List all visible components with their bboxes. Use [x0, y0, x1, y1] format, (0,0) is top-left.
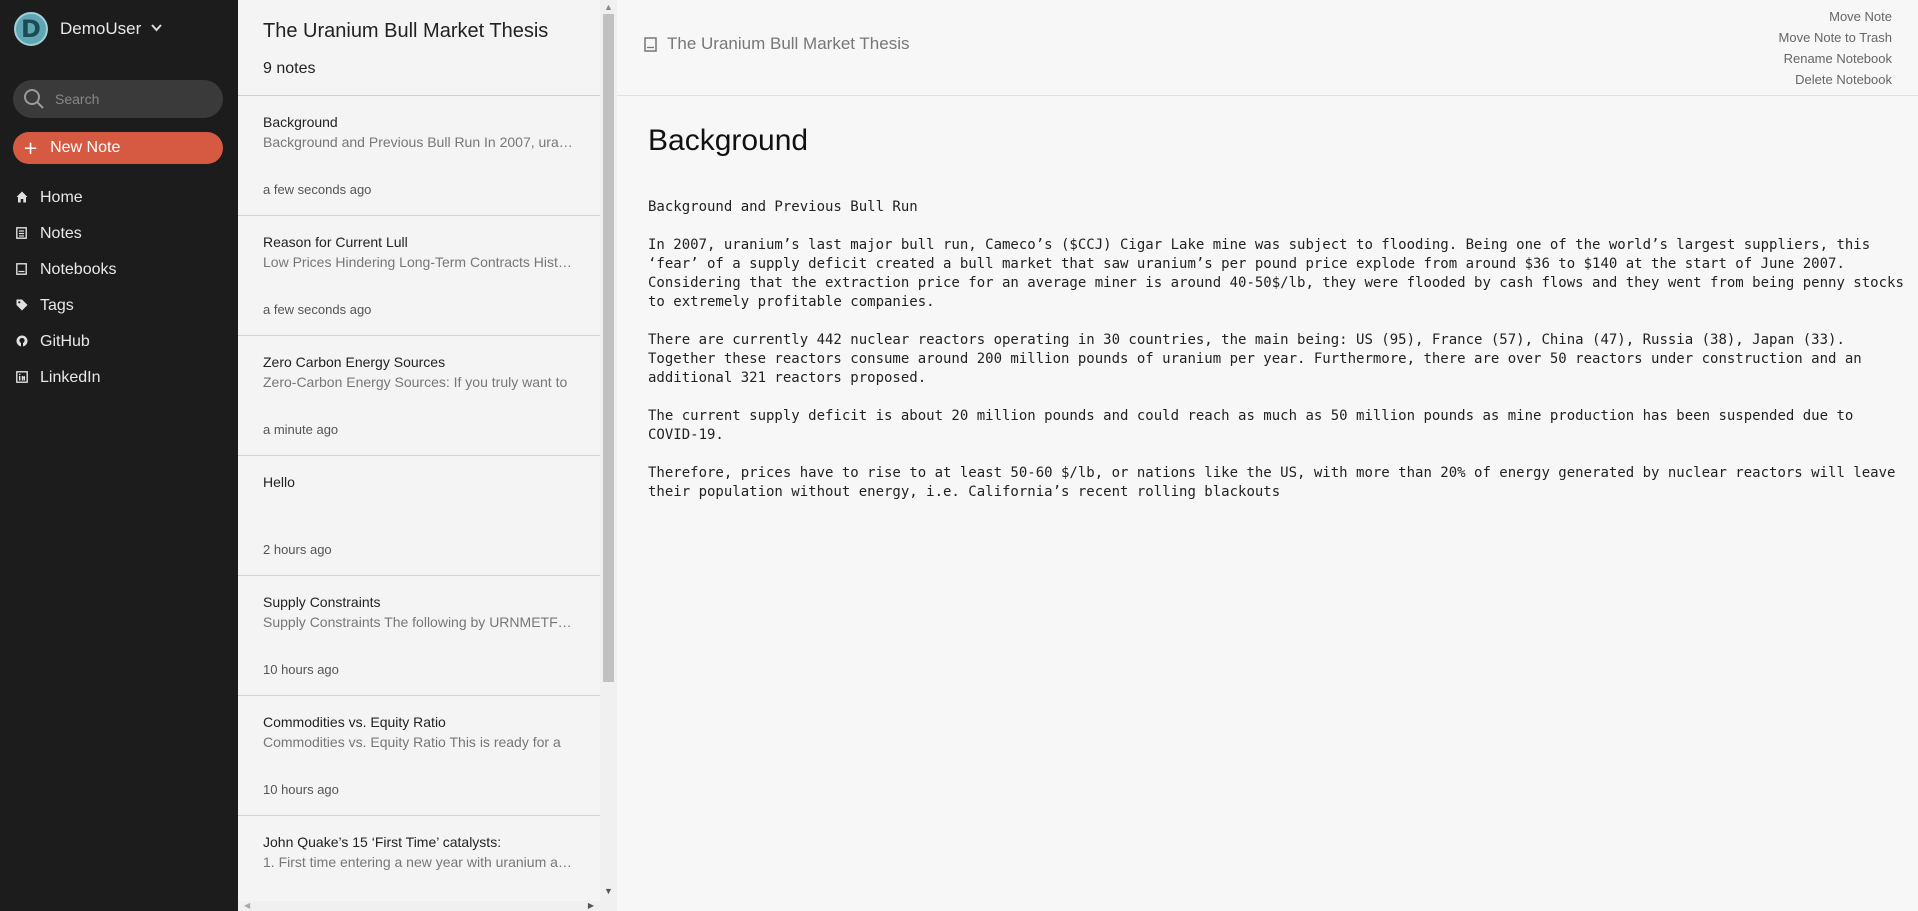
- list-item[interactable]: Reason for Current Lull Low Prices Hinde…: [238, 216, 600, 336]
- user-menu[interactable]: D DemoUser: [14, 12, 162, 46]
- breadcrumb[interactable]: The Uranium Bull Market Thesis: [644, 34, 910, 54]
- notebook-icon: [644, 36, 658, 52]
- avatar[interactable]: D: [14, 12, 48, 46]
- new-note-button[interactable]: + New Note: [13, 132, 223, 164]
- sidebar-item-linkedin[interactable]: LinkedIn: [16, 360, 117, 396]
- list-item[interactable]: Commodities vs. Equity Ratio Commodities…: [238, 696, 600, 816]
- note-item-time: 10 hours ago: [263, 782, 339, 797]
- note-item-snippet: [263, 494, 575, 511]
- search-box[interactable]: [13, 80, 223, 118]
- note-paragraph: Therefore, prices have to rise to at lea…: [648, 465, 1896, 500]
- note-paragraph: The current supply deficit is about 20 m…: [648, 408, 1854, 443]
- sidebar-item-label: Home: [40, 189, 83, 206]
- sidebar-item-notes[interactable]: Notes: [16, 216, 117, 252]
- note-title[interactable]: Background: [648, 124, 808, 158]
- note-item-title: Supply Constraints: [263, 594, 381, 610]
- linkedin-icon: [16, 371, 30, 385]
- tag-icon: [16, 299, 30, 313]
- note-icon: [16, 227, 30, 241]
- note-list-panel: The Uranium Bull Market Thesis 9 notes B…: [238, 0, 617, 911]
- sidebar-nav: Home Notes Notebooks Tags GitHub LinkedI…: [16, 180, 117, 396]
- note-count: 9 notes: [263, 60, 316, 77]
- scroll-right-arrow-icon[interactable]: ▶: [588, 901, 594, 911]
- scrollbar-thumb[interactable]: [603, 14, 614, 682]
- scroll-up-arrow-icon[interactable]: ▲: [600, 0, 617, 14]
- sidebar-item-label: Notes: [40, 225, 82, 242]
- user-name[interactable]: DemoUser: [60, 19, 141, 39]
- search-input[interactable]: [55, 91, 215, 107]
- note-item-snippet: Commodities vs. Equity Ratio This is rea…: [263, 734, 561, 750]
- note-actions: Move Note Move Note to Trash Rename Note…: [1779, 6, 1892, 90]
- sidebar-item-label: Tags: [40, 297, 74, 314]
- list-item[interactable]: Zero Carbon Energy Sources Zero-Carbon E…: [238, 336, 600, 456]
- note-item-title: John Quake’s 15 ‘First Time’ catalysts:: [263, 834, 502, 850]
- note-list: Background Background and Previous Bull …: [238, 96, 600, 901]
- note-item-time: a few seconds ago: [263, 182, 372, 197]
- github-icon: [16, 335, 30, 349]
- scroll-down-arrow-icon[interactable]: ▼: [600, 884, 617, 898]
- sidebar-item-label: GitHub: [40, 333, 90, 350]
- note-item-title: Background: [263, 114, 338, 130]
- delete-notebook-button[interactable]: Delete Notebook: [1779, 69, 1892, 90]
- note-item-time: 10 hours ago: [263, 662, 339, 677]
- note-paragraph: There are currently 442 nuclear reactors…: [648, 332, 1862, 386]
- note-editor: The Uranium Bull Market Thesis Move Note…: [617, 0, 1918, 911]
- breadcrumb-notebook[interactable]: The Uranium Bull Market Thesis: [667, 34, 910, 54]
- note-item-title: Zero Carbon Energy Sources: [263, 354, 446, 370]
- notebook-title: The Uranium Bull Market Thesis: [263, 20, 549, 42]
- note-item-snippet: Zero-Carbon Energy Sources: If you truly…: [263, 374, 568, 390]
- new-note-label: New Note: [50, 139, 121, 156]
- rename-notebook-button[interactable]: Rename Notebook: [1779, 48, 1892, 69]
- note-body[interactable]: Background and Previous Bull Run In 2007…: [648, 198, 1908, 521]
- list-item[interactable]: Hello 2 hours ago: [238, 456, 600, 576]
- search-icon[interactable]: [23, 88, 45, 110]
- sidebar-item-github[interactable]: GitHub: [16, 324, 117, 360]
- list-item[interactable]: Supply Constraints Supply Constraints Th…: [238, 576, 600, 696]
- sidebar-item-notebooks[interactable]: Notebooks: [16, 252, 117, 288]
- note-paragraph: In 2007, uranium’s last major bull run, …: [648, 237, 1904, 310]
- trash-note-button[interactable]: Move Note to Trash: [1779, 27, 1892, 48]
- sidebar-item-label: Notebooks: [40, 261, 117, 278]
- note-header: The Uranium Bull Market Thesis Move Note…: [617, 0, 1918, 96]
- note-paragraph: Background and Previous Bull Run: [648, 199, 918, 215]
- note-list-header: The Uranium Bull Market Thesis 9 notes: [238, 0, 616, 96]
- list-item[interactable]: Background Background and Previous Bull …: [238, 96, 600, 216]
- note-item-title: Reason for Current Lull: [263, 234, 408, 250]
- sidebar-item-tags[interactable]: Tags: [16, 288, 117, 324]
- note-item-snippet: Background and Previous Bull Run In 2007…: [263, 134, 575, 150]
- move-note-button[interactable]: Move Note: [1779, 6, 1892, 27]
- note-item-snippet: Low Prices Hindering Long-Term Contracts…: [263, 254, 575, 270]
- note-item-title: Hello: [263, 474, 295, 490]
- horizontal-scrollbar[interactable]: ◀ ▶: [238, 901, 600, 911]
- note-item-time: a few seconds ago: [263, 302, 372, 317]
- note-item-title: Commodities vs. Equity Ratio: [263, 714, 446, 730]
- chevron-down-icon[interactable]: [151, 23, 162, 35]
- list-item[interactable]: John Quake’s 15 ‘First Time’ catalysts: …: [238, 816, 600, 901]
- sidebar-item-home[interactable]: Home: [16, 180, 117, 216]
- notebook-icon: [16, 263, 30, 277]
- sidebar-item-label: LinkedIn: [40, 369, 101, 386]
- scroll-left-arrow-icon[interactable]: ◀: [244, 901, 250, 911]
- note-item-time: 2 hours ago: [263, 542, 332, 557]
- note-item-snippet: Supply Constraints The following by URNM…: [263, 614, 575, 630]
- note-list-scrollbar[interactable]: ▲ ▼: [600, 0, 617, 911]
- plus-icon: +: [23, 137, 39, 159]
- sidebar: D DemoUser + New Note Home Notes: [0, 0, 238, 911]
- note-item-time: a minute ago: [263, 422, 339, 437]
- home-icon: [16, 191, 30, 205]
- note-item-snippet: 1. First time entering a new year with u…: [263, 854, 575, 870]
